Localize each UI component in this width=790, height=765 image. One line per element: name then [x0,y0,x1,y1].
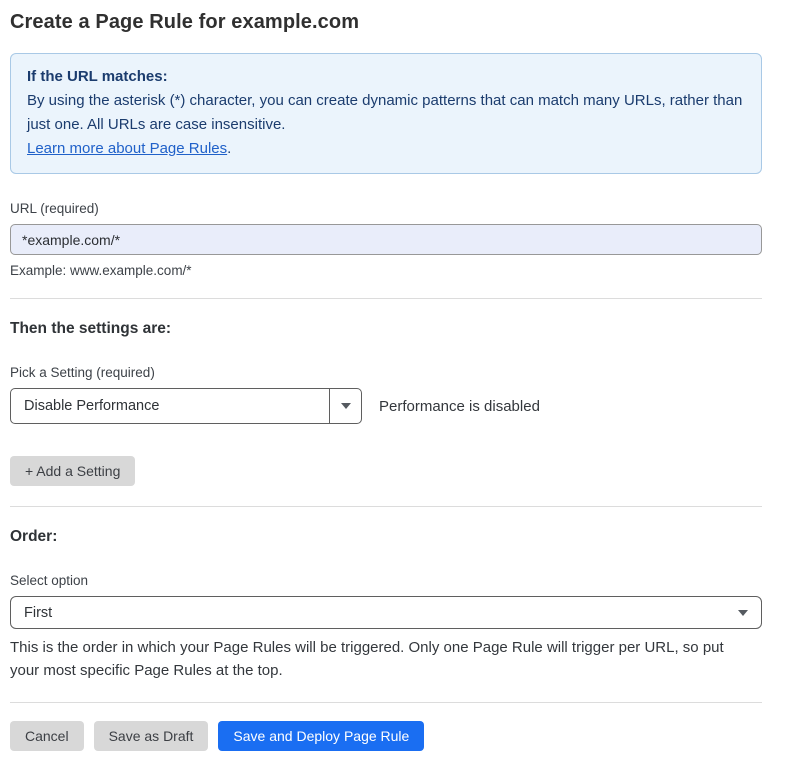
setting-select[interactable]: Disable Performance [10,388,362,424]
order-helper-text: This is the order in which your Page Rul… [10,636,755,682]
info-callout-link-line: Learn more about Page Rules. [27,137,745,161]
cancel-button[interactable]: Cancel [10,721,84,751]
order-select[interactable]: First [10,596,762,629]
save-as-draft-button[interactable]: Save as Draft [94,721,209,751]
url-field-label: URL (required) [10,201,762,216]
order-section-heading: Order: [10,528,762,546]
info-callout-body: By using the asterisk (*) character, you… [27,89,745,137]
divider [10,702,762,703]
settings-section-heading: Then the settings are: [10,320,762,338]
create-page-rule-form: Create a Page Rule for example.com If th… [10,0,762,765]
setting-status-text: Performance is disabled [379,398,540,415]
footer-actions: Cancel Save as Draft Save and Deploy Pag… [10,721,762,765]
learn-more-link[interactable]: Learn more about Page Rules [27,140,227,157]
setting-select-value: Disable Performance [11,389,329,423]
order-select-value: First [24,605,52,621]
order-select-label: Select option [10,573,762,588]
url-example-helper: Example: www.example.com/* [10,263,762,278]
setting-picker-row: Disable Performance Performance is disab… [10,388,762,424]
setting-select-caret-button[interactable] [329,389,361,423]
save-and-deploy-button[interactable]: Save and Deploy Page Rule [218,721,424,751]
caret-down-icon [738,610,748,616]
info-callout-heading: If the URL matches: [27,65,745,89]
divider [10,506,762,507]
page-title: Create a Page Rule for example.com [10,11,762,34]
add-setting-button[interactable]: + Add a Setting [10,456,135,486]
link-suffix: . [227,140,231,157]
caret-down-icon [341,403,351,409]
divider [10,298,762,299]
url-input[interactable] [10,224,762,255]
pick-setting-label: Pick a Setting (required) [10,365,762,380]
url-match-info-callout: If the URL matches: By using the asteris… [10,53,762,174]
